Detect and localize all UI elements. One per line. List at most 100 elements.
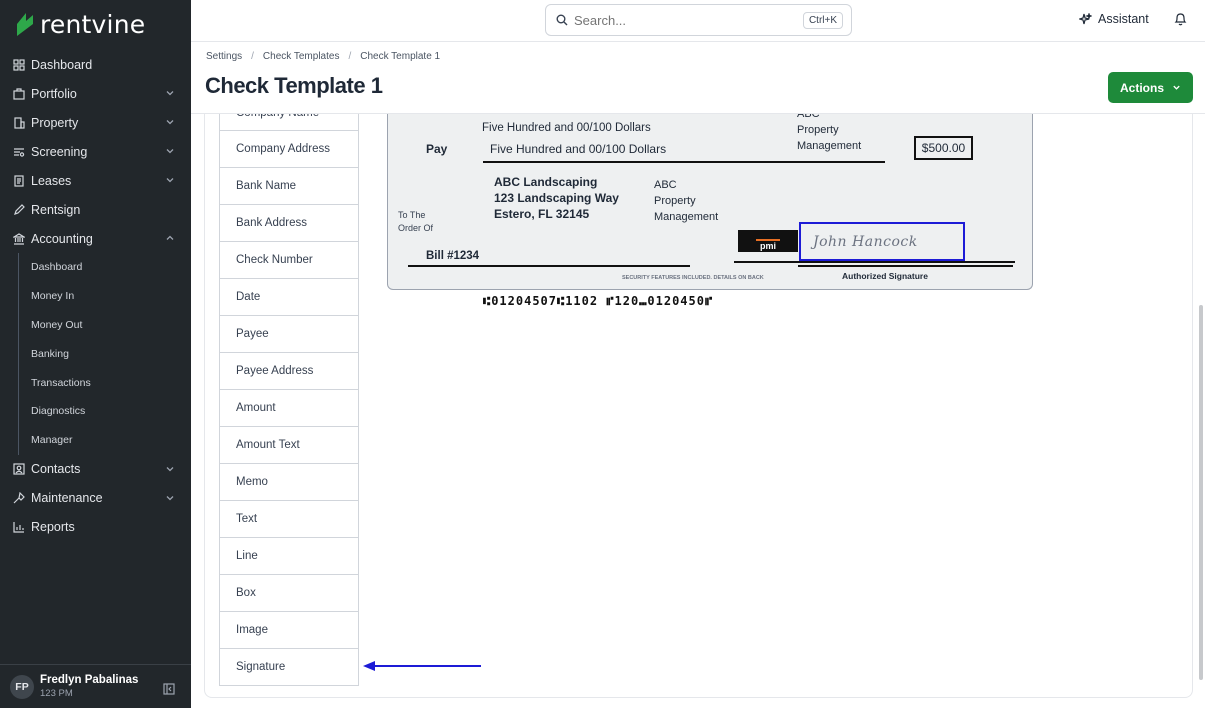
dashboard-icon: [12, 58, 25, 71]
breadcrumb-check-templates[interactable]: Check Templates: [263, 51, 340, 62]
template-editor: Company Name Company Address Bank Name B…: [204, 114, 1193, 698]
signature-line-2: [798, 265, 1013, 267]
assistant-label: Assistant: [1098, 12, 1149, 26]
sidebar-nav: Dashboard Portfolio Property Screening L…: [0, 50, 191, 542]
bell-icon[interactable]: [1174, 12, 1187, 26]
sidebar-item-label: Dashboard: [31, 57, 93, 72]
field-bank-name[interactable]: Bank Name: [219, 168, 359, 205]
security-note: SECURITY FEATURES INCLUDED. DETAILS ON B…: [622, 275, 764, 281]
avatar: FP: [10, 674, 34, 699]
subnav-item-money-in[interactable]: Money In: [19, 282, 191, 311]
subnav-item-banking[interactable]: Banking: [19, 339, 191, 368]
user-subtitle: 123 PM: [40, 688, 73, 699]
rentvine-leaf-icon: [17, 13, 33, 36]
field-payee-address[interactable]: Payee Address: [219, 353, 359, 390]
building-icon: [12, 116, 25, 129]
field-line[interactable]: Line: [219, 538, 359, 575]
sidebar-item-property[interactable]: Property: [0, 108, 191, 137]
breadcrumb-settings[interactable]: Settings: [206, 51, 242, 62]
field-amount-text[interactable]: Amount Text: [219, 427, 359, 464]
amount-text-top[interactable]: Five Hundred and 00/100 Dollars: [482, 122, 651, 134]
sidebar-item-label: Reports: [31, 520, 75, 535]
payee-line: 123 Landscaping Way: [494, 191, 619, 205]
breadcrumb: Settings / Check Templates / Check Templ…: [206, 51, 440, 62]
field-check-number[interactable]: Check Number: [219, 242, 359, 279]
field-text[interactable]: Text: [219, 501, 359, 538]
sidebar-item-dashboard[interactable]: Dashboard: [0, 50, 191, 79]
sidebar-item-label: Contacts: [31, 462, 81, 477]
chevron-down-icon: [1173, 85, 1180, 90]
company-line: Property: [654, 195, 696, 207]
check-preview[interactable]: Five Hundred and 00/100 Dollars ABC Prop…: [387, 114, 1033, 290]
payee-line: Estero, FL 32145: [494, 207, 590, 221]
chevron-down-icon: [166, 91, 174, 96]
subnav-item-transactions[interactable]: Transactions: [19, 368, 191, 397]
subnav-item-money-out[interactable]: Money Out: [19, 311, 191, 340]
company-name-top[interactable]: ABC Property Management: [797, 114, 861, 154]
signature-caption: Authorized Signature: [842, 271, 928, 281]
scrollbar[interactable]: [1199, 305, 1203, 680]
field-signature[interactable]: Signature: [219, 649, 359, 686]
field-image[interactable]: Image: [219, 612, 359, 649]
document-icon: [12, 174, 25, 187]
assistant-button[interactable]: Assistant: [1079, 12, 1149, 26]
sidebar-item-screening[interactable]: Screening: [0, 137, 191, 166]
amount-text-field[interactable]: Five Hundred and 00/100 Dollars: [490, 142, 666, 156]
sidebar-item-label: Accounting: [31, 231, 93, 246]
amount-text-line: [483, 161, 885, 163]
sidebar-item-maintenance[interactable]: Maintenance: [0, 484, 191, 513]
search-box[interactable]: Ctrl+K: [545, 4, 852, 36]
company-logo-image[interactable]: pmi: [738, 230, 798, 252]
chevron-down-icon: [166, 178, 174, 183]
logo-text: pmi: [755, 239, 780, 251]
field-box[interactable]: Box: [219, 575, 359, 612]
sidebar-item-contacts[interactable]: Contacts: [0, 455, 191, 484]
micr-line[interactable]: ⑆01204507⑆1102 ⑈120⑉0120450⑈: [483, 294, 713, 308]
sidebar-item-portfolio[interactable]: Portfolio: [0, 79, 191, 108]
company-line: Management: [654, 211, 719, 223]
company-name-mid[interactable]: ABC Property Management: [654, 177, 718, 225]
pay-label: Pay: [426, 142, 448, 156]
chevron-down-icon: [166, 149, 174, 154]
search-input[interactable]: [574, 12, 794, 28]
signature-box[interactable]: John Hancock: [799, 222, 965, 261]
sidebar-item-rentsign[interactable]: Rentsign: [0, 195, 191, 224]
pen-icon: [12, 203, 25, 216]
sidebar-item-reports[interactable]: Reports: [0, 513, 191, 542]
field-payee[interactable]: Payee: [219, 316, 359, 353]
actions-button[interactable]: Actions: [1108, 72, 1193, 103]
user-info: Fredlyn Pabalinas 123 PM: [40, 674, 138, 699]
breadcrumb-current: Check Template 1: [360, 51, 441, 62]
collapse-sidebar-icon[interactable]: [163, 683, 175, 695]
shortcut-hint: Ctrl+K: [802, 12, 843, 29]
sparkle-icon: [1079, 12, 1092, 24]
sidebar-item-accounting[interactable]: Accounting: [0, 224, 191, 253]
user-profile[interactable]: FP Fredlyn Pabalinas 123 PM: [0, 664, 191, 708]
memo-field[interactable]: Bill #1234: [426, 250, 479, 262]
actions-label: Actions: [1119, 80, 1164, 95]
company-line: Management: [797, 140, 862, 152]
wrench-icon: [12, 492, 25, 505]
field-memo[interactable]: Memo: [219, 464, 359, 501]
chevron-up-icon: [166, 235, 174, 240]
to-order-line: Order Of: [398, 223, 434, 233]
accounting-subnav: Dashboard Money In Money Out Banking Tra…: [18, 253, 191, 455]
subnav-item-manager[interactable]: Manager: [19, 426, 191, 455]
amount-box[interactable]: $500.00: [914, 136, 973, 160]
payee-address-field[interactable]: ABC Landscaping 123 Landscaping Way Este…: [494, 174, 619, 222]
top-bar: Ctrl+K Assistant: [191, 0, 1205, 42]
subnav-item-dashboard[interactable]: Dashboard: [19, 253, 191, 282]
brand-logo[interactable]: rentvine: [14, 8, 145, 40]
field-amount[interactable]: Amount: [219, 390, 359, 427]
signature-text: John Hancock: [813, 234, 918, 250]
sidebar-item-leases[interactable]: Leases: [0, 166, 191, 195]
to-order-line: To The: [398, 210, 426, 220]
subnav-item-diagnostics[interactable]: Diagnostics: [19, 397, 191, 426]
field-company-name[interactable]: Company Name: [219, 114, 359, 131]
chevron-down-icon: [166, 466, 174, 471]
field-company-address[interactable]: Company Address: [219, 131, 359, 168]
field-bank-address[interactable]: Bank Address: [219, 205, 359, 242]
sidebar-item-label: Property: [31, 115, 79, 130]
field-date[interactable]: Date: [219, 279, 359, 316]
field-palette: Company Name Company Address Bank Name B…: [219, 114, 359, 686]
